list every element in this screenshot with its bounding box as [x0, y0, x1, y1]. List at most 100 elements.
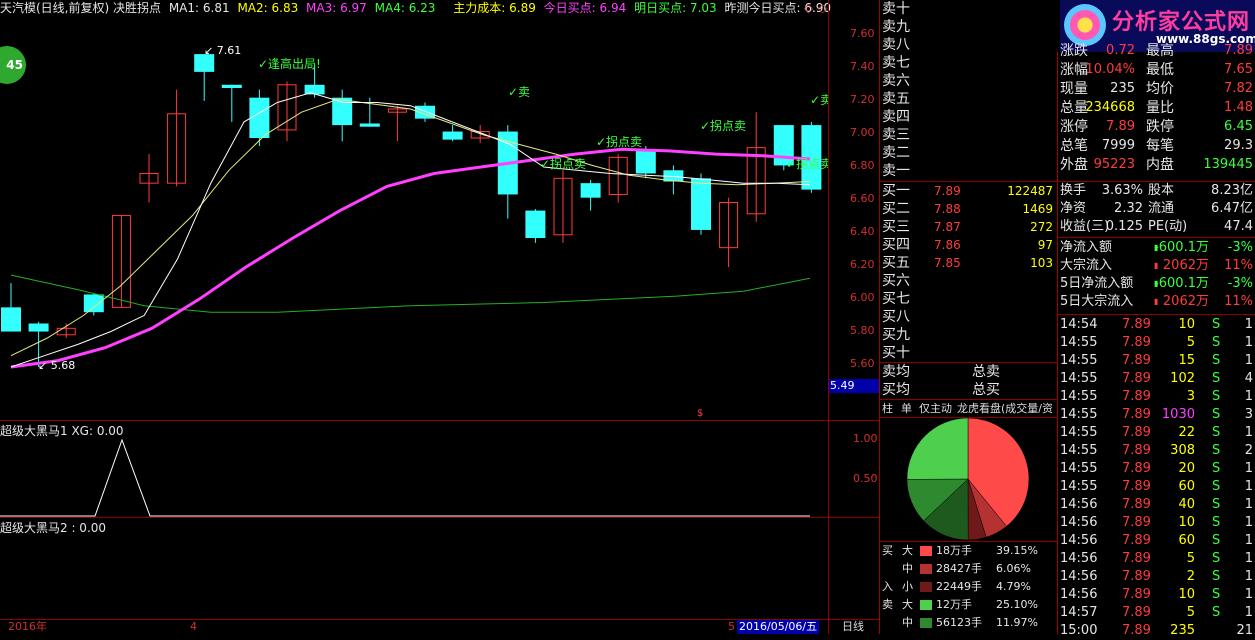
tick-row: 14:56 7.89 5 S 1	[1060, 551, 1253, 566]
buy-row[interactable]: 买六	[880, 272, 1057, 290]
book-label: 卖七	[882, 55, 910, 71]
legend-swatch	[920, 582, 932, 592]
buy-row[interactable]: 买二 7.88 1469	[880, 200, 1057, 218]
month4-label: 4	[190, 620, 197, 633]
book-price: 7.88	[934, 202, 961, 216]
flow-legend-row: 买大 18万手 39.15%	[882, 544, 1038, 557]
book-vol: 122487	[1007, 184, 1053, 198]
tomorrow-buy-label: 明日买点: 7.03	[634, 1, 717, 15]
candle-body	[359, 123, 380, 127]
flow-row: 5日净流入额 ▮ -600.1万 -3%	[1060, 276, 1253, 291]
kline-chart[interactable]: ↙ 7.61 ↙ 5.68 ✓逢高出局! ✓卖 ✓拐点卖 ✓拐点卖 ✓拐点卖 ✓拐点卖 ✓卖 $	[0, 16, 828, 420]
buy-row[interactable]: 买四 7.86 97	[880, 236, 1057, 254]
tab-zhu[interactable]: 柱	[882, 400, 893, 418]
sell-row[interactable]: 卖八	[880, 36, 1057, 54]
flow-row: 净流入额 ▮ -600.1万 -3%	[1060, 240, 1253, 255]
tick-row: 14:56 7.89 10 S 1	[1060, 587, 1253, 602]
diamond-icon-2[interactable]: ◇	[818, 1, 827, 15]
sell-row[interactable]: 卖七	[880, 54, 1057, 72]
sell-row[interactable]: 卖四	[880, 108, 1057, 126]
buy-row[interactable]: 买三 7.87 272	[880, 218, 1057, 236]
signal-label: ✓拐点卖	[700, 118, 746, 133]
buy-row[interactable]: 买十	[880, 344, 1057, 362]
bottom-bar: 2016年 4 5 2016/05/06/五 日线	[0, 620, 880, 634]
signal-label: ✓拐点卖	[540, 156, 586, 171]
stats-row: 换手 3.63% 股本 8.23亿	[1060, 183, 1253, 198]
y-tick: 6.80	[850, 159, 875, 172]
buy-row[interactable]: 买九	[880, 326, 1057, 344]
period-label[interactable]: 日线	[842, 620, 864, 634]
flow-legend-row: 入小 22449手 4.79%	[882, 580, 1031, 593]
sell-row[interactable]: 卖二	[880, 144, 1057, 162]
flow-pie-chart	[906, 418, 1030, 541]
tab-longhu[interactable]: 龙虎看盘(成交量/资	[957, 400, 1057, 418]
tick-row: 14:57 7.89 5 S 1	[1060, 605, 1253, 620]
book-label: 卖五	[882, 91, 910, 107]
book-label: 卖三	[882, 127, 910, 143]
candle-body	[28, 323, 49, 332]
today-buy-label: 今日买点: 6.94	[543, 1, 627, 15]
quote-row: 现量 235 均价 7.82	[1060, 81, 1253, 97]
low-label: ↙ 5.68	[38, 359, 75, 372]
y-tick: 7.20	[850, 93, 875, 106]
tick-row: 14:55 7.89 5 S 1	[1060, 335, 1253, 350]
candle-body	[580, 183, 601, 198]
tick-row: 14:55 7.89 1030 S 3	[1060, 407, 1253, 422]
signal-label: ✓卖	[810, 93, 828, 107]
signal-label: ✓拐点卖	[596, 134, 642, 149]
current-price: 5.49	[830, 379, 855, 392]
sell-row[interactable]: 卖五	[880, 90, 1057, 108]
main-cost-label: 主力成本: 6.89	[453, 1, 536, 15]
candle-body	[442, 131, 463, 140]
indicator2-title: 超级大黑马2 : 0.00	[0, 521, 107, 535]
book-label: 卖四	[882, 109, 910, 125]
book-label: 买三	[882, 219, 910, 235]
tick-row: 14:56 7.89 60 S 1	[1060, 533, 1253, 548]
avg-row: 卖均 总卖	[882, 364, 1000, 380]
sell-row[interactable]: 卖一	[880, 162, 1057, 180]
sell-row[interactable]: 卖六	[880, 72, 1057, 90]
flow-legend-row: 中 28427手 6.06%	[902, 562, 1031, 575]
candle-body	[249, 97, 270, 138]
book-label: 买五	[882, 255, 910, 271]
buy-row[interactable]: 买一 7.89 122487	[880, 182, 1057, 200]
flow-row: 5日大宗流入 ▮ 2062万 11%	[1060, 294, 1253, 309]
y-tick: 6.40	[850, 225, 875, 238]
candle-body	[221, 84, 242, 88]
book-label: 买十	[882, 345, 910, 361]
book-vol: 1469	[1022, 202, 1053, 216]
flow-row: 大宗流入 ▮ 2062万 11%	[1060, 258, 1253, 273]
book-vol: 97	[1037, 238, 1053, 252]
tick-row: 14:55 7.89 20 S 1	[1060, 461, 1253, 476]
tick-row: 14:54 7.89 10 S 1	[1060, 317, 1253, 332]
buy-row[interactable]: 买七	[880, 290, 1057, 308]
sell-row[interactable]: 卖十	[880, 0, 1057, 18]
quote-row: 总量 234668 量比 1.48	[1060, 100, 1253, 116]
month5-label: 5	[728, 620, 735, 633]
quote-row: 涨幅 10.04% 最低 7.65	[1060, 62, 1253, 78]
candle-body	[304, 84, 325, 95]
sell-row[interactable]: 卖九	[880, 18, 1057, 36]
tab-dan[interactable]: 单	[901, 400, 912, 418]
avg-row: 买均 总买	[882, 382, 1000, 398]
tick-row: 14:55 7.89 22 S 1	[1060, 425, 1253, 440]
buy-row[interactable]: 买八	[880, 308, 1057, 326]
book-label: 买八	[882, 309, 910, 325]
tick-row: 14:55 7.89 15 S 1	[1060, 353, 1253, 368]
candle-body	[525, 210, 546, 238]
candle-body	[83, 294, 104, 313]
book-price: 7.87	[934, 220, 961, 234]
y-tick: 7.40	[850, 60, 875, 73]
dollar-mark: $	[697, 408, 703, 419]
y-tick: 6.20	[850, 258, 875, 271]
diamond-icon[interactable]: ◇	[804, 1, 813, 15]
ma4-label: MA4: 6.23	[374, 1, 436, 15]
tab-zhudong[interactable]: 仅主动	[919, 400, 952, 418]
book-price: 7.89	[934, 184, 961, 198]
sell-row[interactable]: 卖三	[880, 126, 1057, 144]
quote-row: 外盘 95223 内盘 139445	[1060, 157, 1253, 173]
tick-row: 15:00 7.89 235 21	[1060, 623, 1253, 638]
signal-label: ✓拐点卖	[786, 156, 828, 171]
buy-row[interactable]: 买五 7.85 103	[880, 254, 1057, 272]
tick-row: 14:55 7.89 102 S 4	[1060, 371, 1253, 386]
